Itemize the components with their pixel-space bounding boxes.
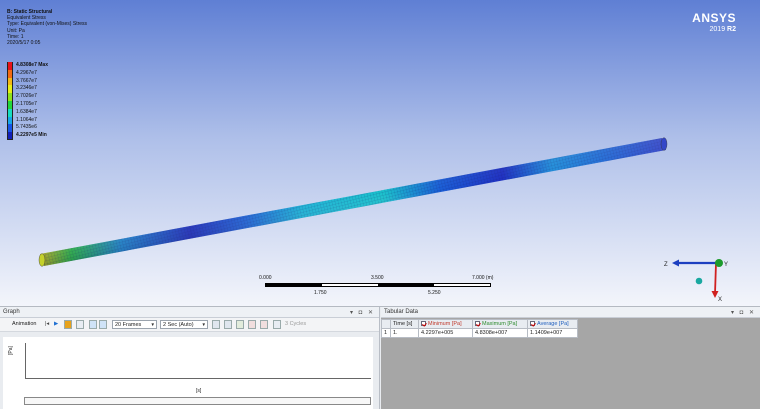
tabular-header: Tabular Data ▾ ◘ ✕ [381,307,760,318]
row-minimum[interactable]: 4.2297e+005 [418,328,473,338]
pipe-model[interactable] [0,0,760,306]
triad-x-axis [714,262,717,295]
maximum-header[interactable]: Maximum [Pa] [472,319,528,329]
average-header-label: Average [Pa] [537,321,569,327]
row-maximum[interactable]: 4.8308e+007 [472,328,528,338]
tabular-data-panel: Tabular Data ▾ ◘ ✕ Time [s] Minimum [Pa]… [381,307,760,409]
scale-seg [266,284,322,286]
average-checkbox[interactable] [530,321,535,326]
triad-iso-ball[interactable] [695,277,703,285]
frames-select[interactable]: 20 Frames ▼ [112,320,157,329]
stop-button[interactable] [64,320,72,329]
scale-label-0: 0.000 [259,275,272,281]
scale-bar-segments [265,283,491,287]
scale-seg [434,284,490,286]
chart-export-icon[interactable] [260,320,268,329]
row-index-header [381,319,391,329]
scale-seg [322,284,378,286]
scale-label-q1: 1.750 [314,290,327,296]
bottom-panels: Graph ▾ ◘ ✕ Animation |◂ ▶ 20 Frames ▼ 2 … [0,306,760,409]
chevron-down-icon: ▼ [150,322,155,327]
triad-z-arrow [672,259,679,267]
graph-y-label: [Pa] [8,346,14,355]
maximum-header-label: Maximum [Pa] [482,321,518,327]
table-header-row: Time [s] Minimum [Pa] Maximum [Pa] Avera… [381,319,578,329]
tabular-table: Time [s] Minimum [Pa] Maximum [Pa] Avera… [381,319,578,338]
maximum-checkbox[interactable] [475,321,480,326]
animation-label: Animation [12,321,37,327]
pipe-body[interactable] [38,137,668,267]
animation-toolbar: Animation |◂ ▶ 20 Frames ▼ 2 Sec (Auto) ▼ [0,318,379,332]
graph-panel-controls[interactable]: ▾ ◘ ✕ [350,308,375,318]
chevron-down-icon: ▼ [201,322,206,327]
graph-x-label: [s] [196,388,202,394]
triad-y-axis [715,259,723,267]
scale-label-end: 7.000 (m) [472,275,494,281]
graph-title: Graph [3,309,20,315]
graph-plot-area[interactable]: [Pa] [s] [3,337,373,409]
triad-z-label: Z [664,262,668,268]
minimum-checkbox[interactable] [421,321,426,326]
triad-y-label: Y [724,262,728,268]
row-average[interactable]: 1.1409e+007 [527,328,578,338]
average-header[interactable]: Average [Pa] [527,319,578,329]
animation-timeline[interactable] [24,397,371,405]
result-viewport[interactable]: B: Static Structural Equivalent Stress T… [0,0,760,306]
minimum-header-label: Minimum [Pa] [428,321,462,327]
triad-x-label: X [718,297,722,303]
prev-frame-button[interactable] [76,320,84,329]
graph-panel: Graph ▾ ◘ ✕ Animation |◂ ▶ 20 Frames ▼ 2 … [0,307,380,409]
graph-axes [25,343,371,379]
table-row[interactable]: 1 1. 4.2297e+005 4.8308e+007 1.1409e+007 [381,328,578,338]
row-time[interactable]: 1. [390,328,419,338]
result-sets-icon[interactable] [99,320,107,329]
duration-value: 2 Sec (Auto) [163,322,194,328]
cycle-icon[interactable] [273,320,281,329]
row-index: 1 [381,328,391,338]
minimum-header[interactable]: Minimum [Pa] [418,319,473,329]
play-icon[interactable]: ▶ [54,320,58,329]
scale-seg [378,284,434,286]
frames-value: 20 Frames [115,322,142,328]
cycles-setting[interactable]: 3 Cycles [285,320,306,329]
time-header[interactable]: Time [s] [390,319,419,329]
tabular-panel-controls[interactable]: ▾ ◘ ✕ [731,308,756,318]
graph-header: Graph ▾ ◘ ✕ [0,307,379,318]
image-export-icon[interactable] [248,320,256,329]
table-icon[interactable] [236,320,244,329]
zoom-icon[interactable] [224,320,232,329]
tabular-title: Tabular Data [384,309,419,315]
scale-label-mid: 3.500 [371,275,384,281]
coordinate-triad[interactable]: Z Y X [660,246,740,304]
scale-label-q3: 5.250 [428,290,441,296]
ansys-window: B: Static Structural Equivalent Stress T… [0,0,760,409]
first-frame-button[interactable]: |◂ [45,320,49,329]
distributed-frames-icon[interactable] [89,320,97,329]
duration-select[interactable]: 2 Sec (Auto) ▼ [160,320,208,329]
zoom-fit-icon[interactable] [212,320,220,329]
